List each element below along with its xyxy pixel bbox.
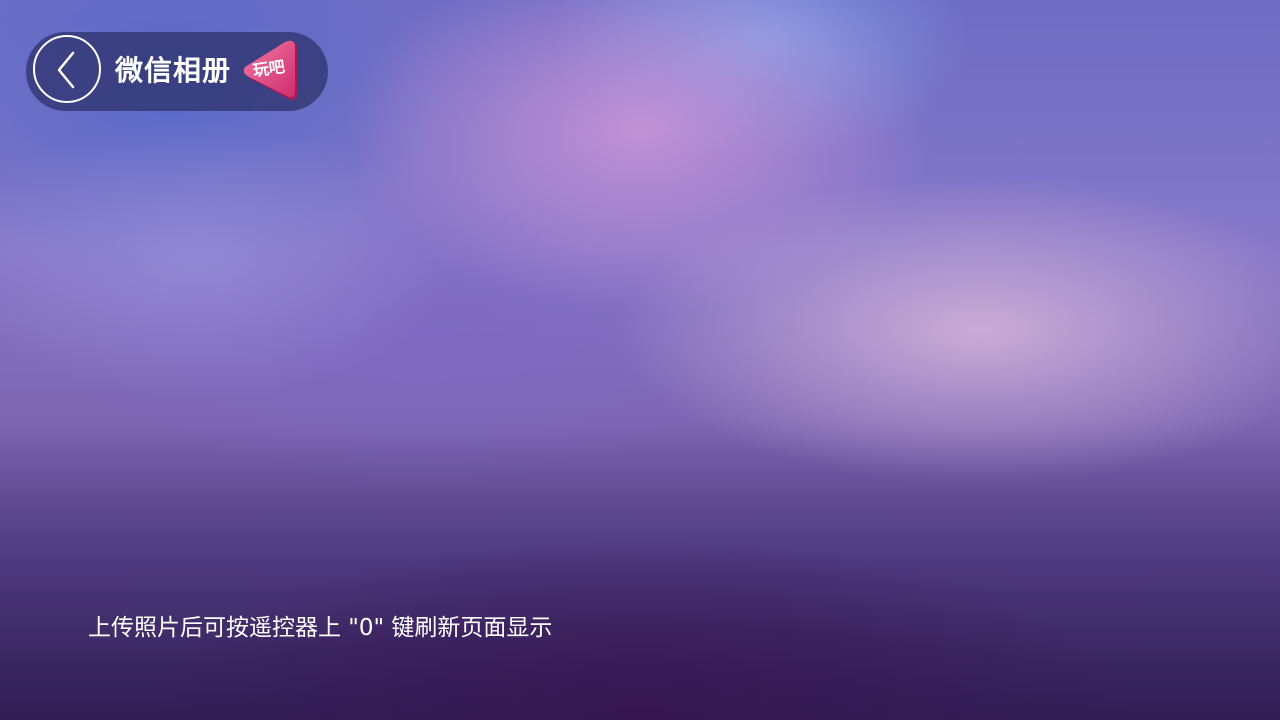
header-bar: 微信相册 玩吧 bbox=[26, 32, 328, 111]
back-button[interactable] bbox=[33, 35, 101, 103]
page-title: 微信相册 bbox=[115, 54, 232, 87]
chevron-left-icon bbox=[57, 51, 75, 89]
refresh-hint: 上传照片后可按遥控器上 "0" 键刷新页面显示 bbox=[88, 615, 553, 641]
play-badge: 玩吧 bbox=[239, 39, 303, 105]
